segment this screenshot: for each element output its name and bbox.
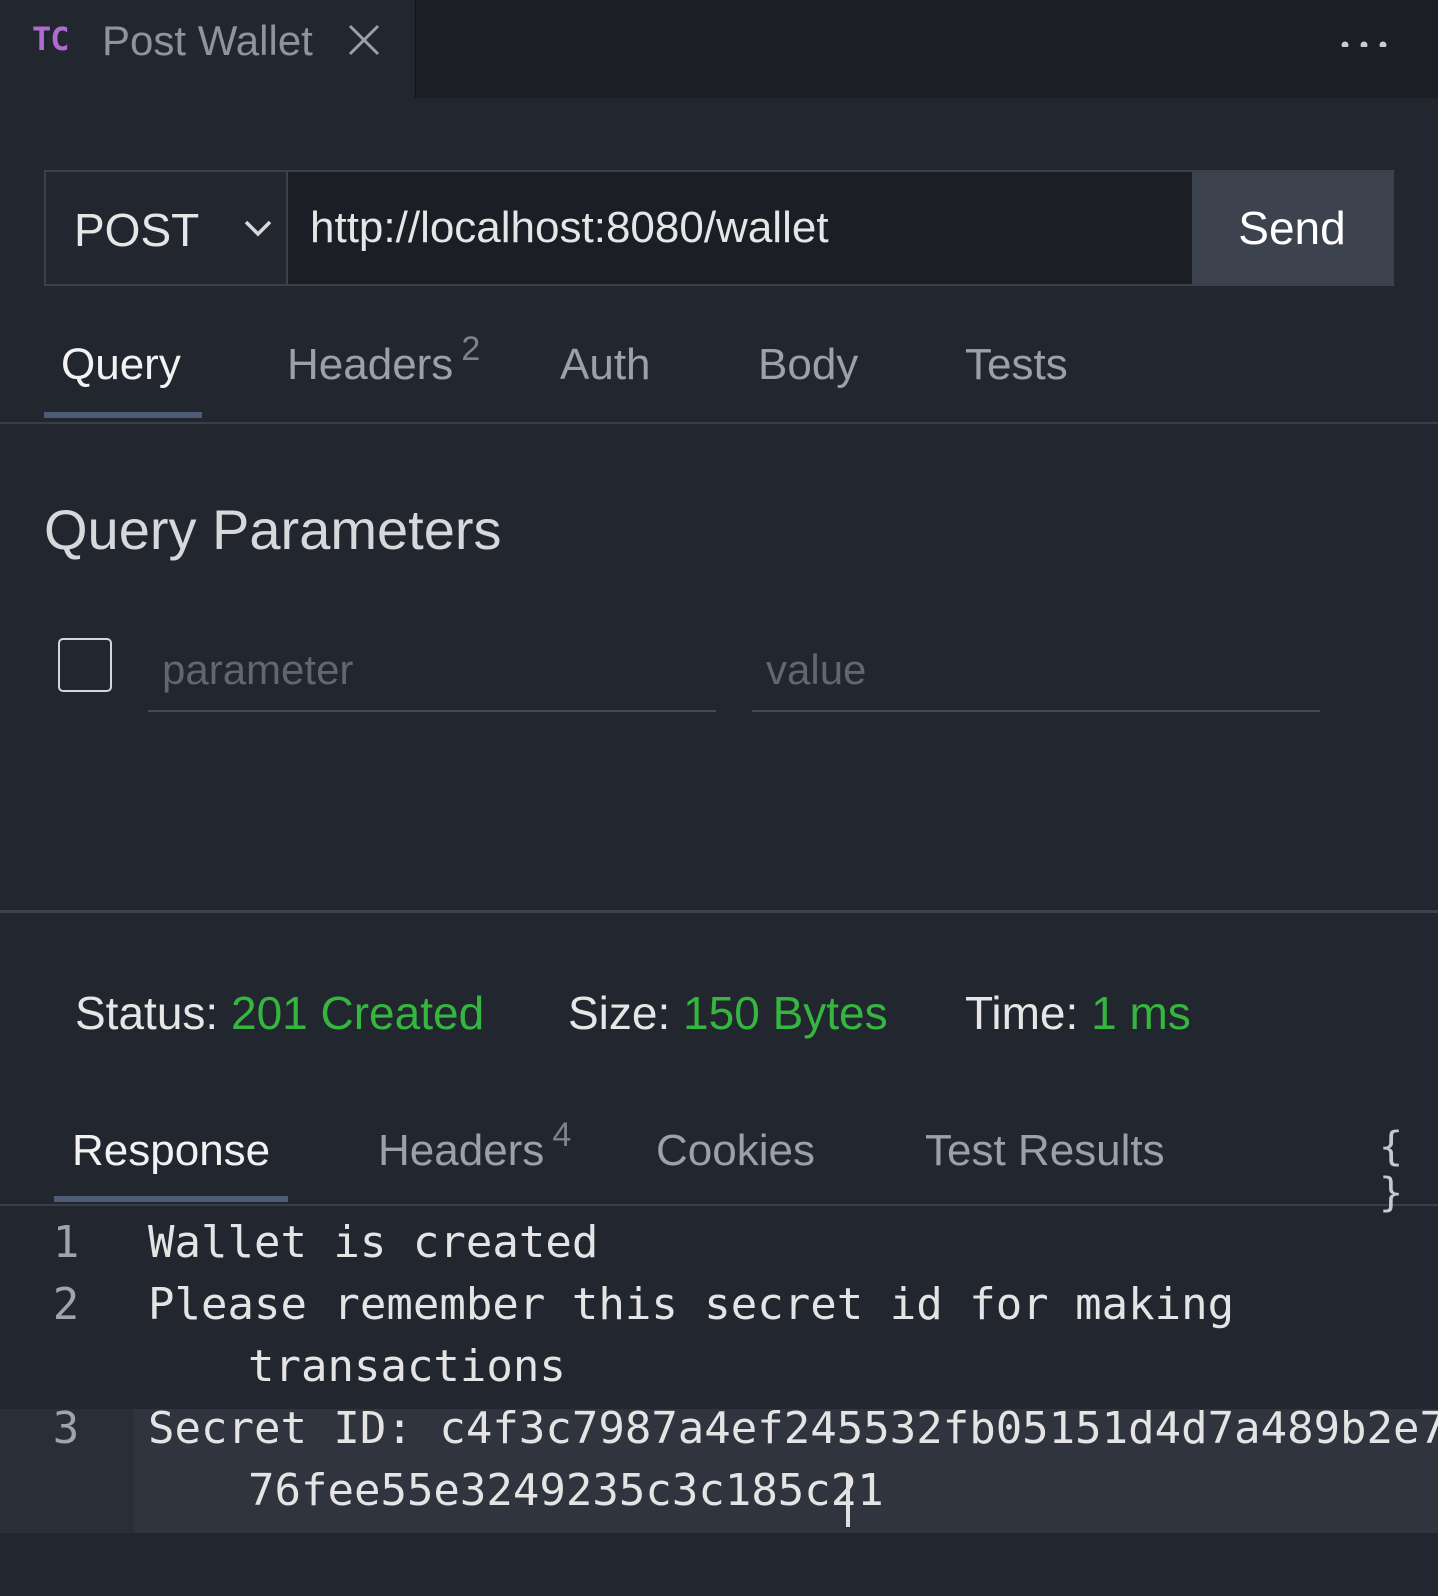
tab-response-headers-label: Headers [378, 1126, 545, 1175]
code-line-text-wrapped: transactions [248, 1341, 566, 1392]
thunder-client-logo-icon: TC [32, 20, 70, 58]
code-line-text: Please remember this secret id for makin… [148, 1279, 1235, 1330]
response-body-editor[interactable]: 1 Wallet is created 2 Please remember th… [0, 1212, 1438, 1596]
tab-auth-label: Auth [560, 340, 651, 389]
status-value: 201 Created [230, 987, 485, 1039]
size-value: 150 Bytes [683, 987, 888, 1039]
tab-query[interactable]: Query [61, 340, 181, 390]
param-name-input[interactable] [148, 630, 716, 712]
tab-tests-label: Tests [965, 340, 1068, 389]
tab-response-headers[interactable]: Headers 4 [378, 1116, 571, 1176]
method-label: POST [74, 204, 200, 256]
method-select[interactable]: POST [46, 172, 288, 284]
response-headers-count-badge: 4 [552, 1116, 572, 1154]
code-line-text-wrapped: 76fee55e3249235c3c185c21 [248, 1465, 884, 1516]
line-number: 3 [52, 1403, 80, 1454]
param-value-input[interactable] [752, 630, 1320, 712]
tab-response[interactable]: Response [72, 1126, 270, 1176]
line-number: 2 [52, 1279, 80, 1330]
query-parameters-title: Query Parameters [44, 498, 502, 561]
status-label: Status: [75, 987, 219, 1039]
status-info: Status: 201 Created [75, 986, 484, 1040]
code-line-text: Wallet is created [148, 1217, 599, 1268]
size-label: Size: [568, 987, 671, 1039]
tab-test-results[interactable]: Test Results [925, 1126, 1165, 1176]
request-bar: POST Send [44, 170, 1394, 286]
tab-auth[interactable]: Auth [560, 340, 651, 390]
active-tab-indicator [44, 412, 202, 418]
pane-splitter[interactable] [0, 910, 1438, 913]
response-tabs: Response Headers 4 Cookies Test Results [0, 1100, 1438, 1206]
editor-tab-bar: TC Post Wallet [0, 0, 1438, 98]
time-label: Time: [965, 987, 1079, 1039]
send-button[interactable]: Send [1192, 172, 1392, 284]
chevron-down-icon [242, 216, 274, 240]
tab-headers[interactable]: Headers 2 [287, 330, 480, 390]
more-horizontal-icon[interactable] [1340, 22, 1390, 58]
url-input[interactable] [288, 172, 1192, 284]
size-info: Size: 150 Bytes [568, 986, 888, 1040]
headers-count-badge: 2 [461, 330, 481, 368]
text-cursor [846, 1475, 850, 1527]
format-json-braces-icon[interactable]: { } [1366, 1124, 1416, 1216]
editor-tab-title: Post Wallet [102, 17, 313, 64]
tab-tests[interactable]: Tests [965, 340, 1068, 390]
time-info: Time: 1 ms [965, 986, 1191, 1040]
tab-headers-label: Headers [287, 340, 454, 389]
tab-test-results-label: Test Results [925, 1126, 1165, 1175]
tab-cookies[interactable]: Cookies [656, 1126, 815, 1176]
tab-body[interactable]: Body [758, 340, 858, 390]
line-number: 1 [52, 1217, 80, 1268]
request-tabs: Query Headers 2 Auth Body Tests [0, 330, 1438, 424]
param-enable-checkbox[interactable] [58, 638, 112, 692]
close-icon[interactable] [346, 22, 382, 58]
code-line-text: Secret ID: c4f3c7987a4ef245532fb05151d4d… [148, 1403, 1438, 1454]
tab-response-label: Response [72, 1126, 271, 1175]
tab-query-label: Query [61, 340, 181, 389]
tab-cookies-label: Cookies [656, 1126, 815, 1175]
editor-tab-post-wallet[interactable]: TC Post Wallet [0, 0, 416, 98]
tab-body-label: Body [758, 340, 859, 389]
active-response-tab-indicator [54, 1196, 288, 1202]
time-value: 1 ms [1091, 987, 1191, 1039]
